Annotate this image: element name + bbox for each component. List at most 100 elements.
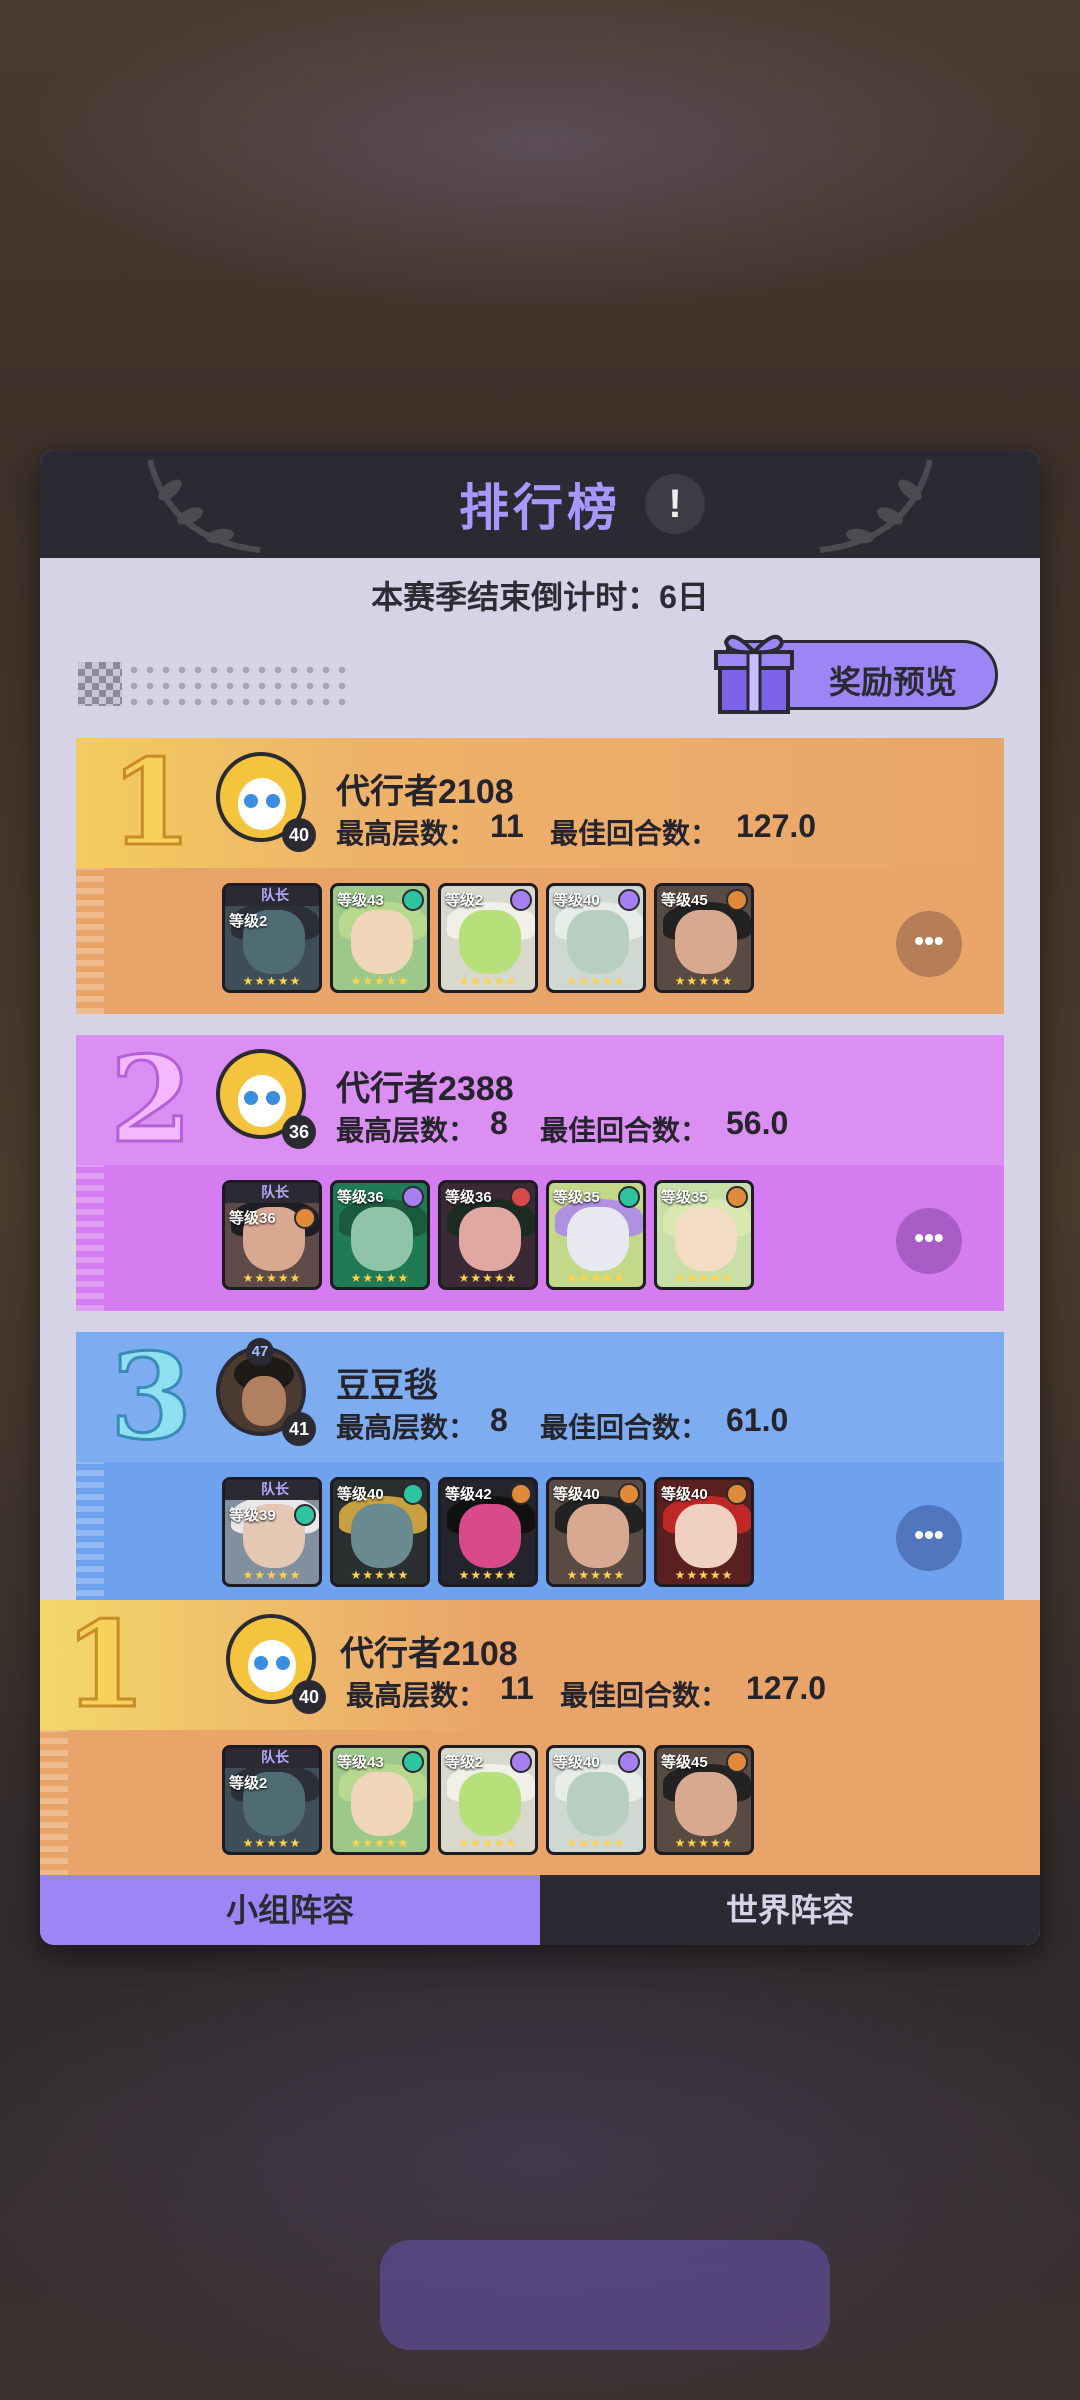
player-level-badge: 40 — [292, 1680, 326, 1714]
reward-preview-label: 奖励预览 — [829, 664, 958, 700]
max-floor-label: 最高层数： — [336, 818, 477, 849]
star-icon: ★★★★★ — [350, 1271, 410, 1285]
faction-icon — [510, 1483, 532, 1505]
captain-tag: 队长 — [225, 1748, 319, 1768]
hero-card[interactable]: 队长 等级2 ★★★★★ — [222, 883, 322, 993]
hero-card[interactable]: 等级40 ★★★★★ — [330, 1477, 430, 1587]
hero-level: 等级40 — [553, 892, 600, 909]
hero-level: 等级2 — [229, 913, 268, 930]
faction-icon — [618, 889, 640, 911]
tab-group-lineup[interactable]: 小组阵容 — [40, 1875, 540, 1945]
hero-card[interactable]: 等级36 ★★★★★ — [438, 1180, 538, 1290]
faction-icon — [510, 1186, 532, 1208]
faction-icon — [726, 1186, 748, 1208]
faction-icon — [618, 1751, 640, 1773]
best-rounds-label: 最佳回合数： — [550, 818, 719, 849]
rank-card-2[interactable]: 2 36 代行者2388 最高层数： 8 最佳回合数： 56.0 队长 等级36… — [76, 1035, 1004, 1311]
player-extra-badge: 47 — [246, 1338, 274, 1366]
captain-tag: 队长 — [225, 1183, 319, 1203]
hero-card[interactable]: 等级43 ★★★★★ — [330, 1745, 430, 1855]
star-icon: ★★★★★ — [566, 1271, 626, 1285]
star-icon: ★★★★★ — [566, 1568, 626, 1582]
hero-card[interactable]: 等级35 ★★★★★ — [546, 1180, 646, 1290]
star-icon: ★★★★★ — [350, 974, 410, 988]
blurred-background-button — [380, 2240, 830, 2350]
faction-icon — [726, 889, 748, 911]
star-icon: ★★★★★ — [458, 974, 518, 988]
hero-card[interactable]: 队长 等级36 ★★★★★ — [222, 1180, 322, 1290]
my-rank-card[interactable]: 1 40 代行者2108 最高层数： 11 最佳回合数： 127.0 队长 等级… — [40, 1600, 1040, 1876]
hero-card[interactable]: 等级40 ★★★★★ — [654, 1477, 754, 1587]
player-level-badge: 41 — [282, 1412, 316, 1446]
hero-level: 等级36 — [445, 1189, 492, 1206]
more-button[interactable]: ••• — [896, 1505, 962, 1571]
faction-icon — [618, 1483, 640, 1505]
hero-card[interactable]: 等级36 ★★★★★ — [330, 1180, 430, 1290]
hero-level: 等级42 — [445, 1486, 492, 1503]
panel-title: 排行榜 — [459, 480, 621, 536]
best-rounds-label: 最佳回合数： — [540, 1115, 709, 1146]
faction-icon — [510, 889, 532, 911]
max-floor-value: 8 — [490, 1105, 508, 1141]
faction-icon — [510, 1751, 532, 1773]
star-icon: ★★★★★ — [350, 1836, 410, 1850]
hero-card[interactable]: 等级40 ★★★★★ — [546, 1745, 646, 1855]
star-icon: ★★★★★ — [458, 1836, 518, 1850]
max-floor-label: 最高层数： — [346, 1680, 487, 1711]
max-floor-value: 11 — [490, 808, 524, 844]
hero-lineup: 队长 等级36 ★★★★★ 等级36 ★★★★★ 等级36 ★★★★★ 等级35… — [222, 1180, 782, 1296]
hero-level: 等级35 — [553, 1189, 600, 1206]
rank-number: 3 — [108, 1332, 193, 1466]
star-icon: ★★★★★ — [566, 1836, 626, 1850]
panel-header: 排行榜 ! — [40, 450, 1040, 558]
hero-level: 等级45 — [661, 892, 708, 909]
hero-card[interactable]: 等级40 ★★★★★ — [546, 883, 646, 993]
star-icon: ★★★★★ — [566, 974, 626, 988]
hero-card[interactable]: 队长 等级2 ★★★★★ — [222, 1745, 322, 1855]
hero-level: 等级2 — [445, 892, 484, 909]
season-countdown: 本赛季结束倒计时：6日 — [371, 579, 709, 615]
faction-icon — [402, 1186, 424, 1208]
hero-level: 等级40 — [553, 1754, 600, 1771]
hero-lineup: 队长 等级39 ★★★★★ 等级40 ★★★★★ 等级42 ★★★★★ 等级40… — [222, 1477, 782, 1593]
star-icon: ★★★★★ — [674, 1568, 734, 1582]
star-icon: ★★★★★ — [242, 1271, 302, 1285]
faction-icon — [402, 1483, 424, 1505]
faction-icon — [402, 889, 424, 911]
star-icon: ★★★★★ — [242, 974, 302, 988]
more-button[interactable]: ••• — [896, 911, 962, 977]
hero-card[interactable]: 等级45 ★★★★★ — [654, 883, 754, 993]
hero-lineup: 队长 等级2 ★★★★★ 等级43 ★★★★★ 等级2 ★★★★★ 等级40 ★… — [222, 883, 782, 999]
hero-level: 等级43 — [337, 1754, 384, 1771]
tab-world-lineup[interactable]: 世界阵容 — [540, 1875, 1040, 1945]
star-icon: ★★★★★ — [674, 1836, 734, 1850]
info-button[interactable]: ! — [645, 474, 705, 534]
hero-card[interactable]: 等级42 ★★★★★ — [438, 1477, 538, 1587]
hero-card[interactable]: 等级45 ★★★★★ — [654, 1745, 754, 1855]
rank-number: 1 — [108, 738, 193, 872]
best-rounds-label: 最佳回合数： — [540, 1412, 709, 1443]
star-icon: ★★★★★ — [350, 1568, 410, 1582]
rank-card-1[interactable]: 1 40 代行者2108 最高层数： 11 最佳回合数： 127.0 队长 等级… — [76, 738, 1004, 1014]
hero-card[interactable]: 队长 等级39 ★★★★★ — [222, 1477, 322, 1587]
hero-card[interactable]: 等级35 ★★★★★ — [654, 1180, 754, 1290]
hero-level: 等级2 — [445, 1754, 484, 1771]
hero-card[interactable]: 等级2 ★★★★★ — [438, 883, 538, 993]
player-name: 代行者2108 — [336, 773, 514, 811]
more-button[interactable]: ••• — [896, 1208, 962, 1274]
hero-level: 等级36 — [229, 1210, 276, 1227]
hero-card[interactable]: 等级40 ★★★★★ — [546, 1477, 646, 1587]
hero-level: 等级43 — [337, 892, 384, 909]
best-rounds-value: 127.0 — [746, 1670, 827, 1706]
hero-level: 等级40 — [661, 1486, 708, 1503]
star-icon: ★★★★★ — [674, 1271, 734, 1285]
best-rounds-value: 56.0 — [726, 1105, 789, 1141]
best-rounds-value: 127.0 — [736, 808, 817, 844]
player-level-badge: 40 — [282, 818, 316, 852]
hero-level: 等级40 — [553, 1486, 600, 1503]
rank-card-3[interactable]: 3 47 41 豆豆毯 最高层数： 8 最佳回合数： 61.0 队长 等级39 … — [76, 1332, 1004, 1608]
hero-card[interactable]: 等级2 ★★★★★ — [438, 1745, 538, 1855]
max-floor-label: 最高层数： — [336, 1115, 477, 1146]
hero-card[interactable]: 等级43 ★★★★★ — [330, 883, 430, 993]
faction-icon — [402, 1751, 424, 1773]
